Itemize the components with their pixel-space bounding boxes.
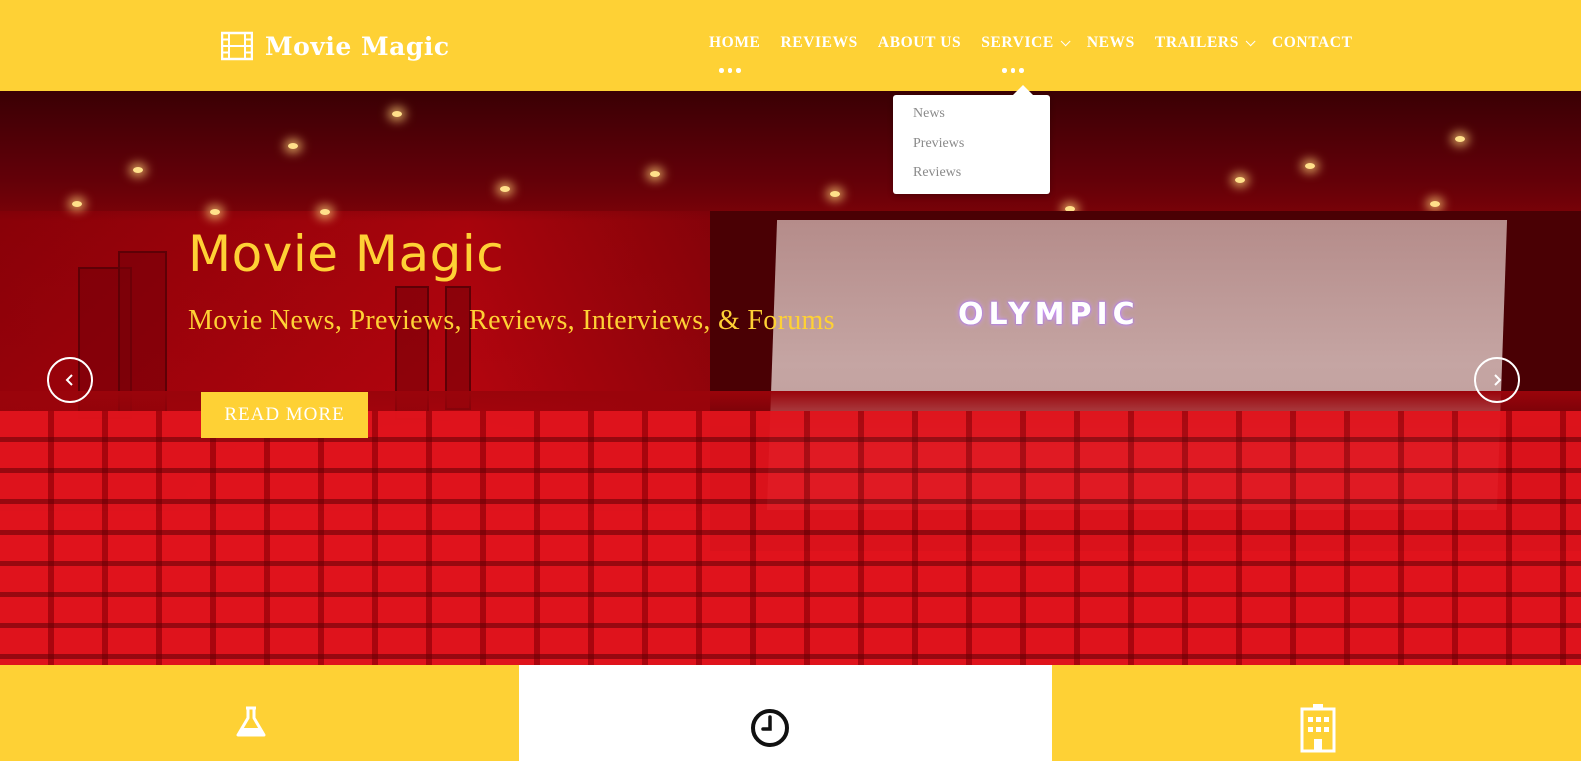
active-indicator-dots (719, 68, 741, 73)
clock-icon (751, 709, 789, 747)
nav-news[interactable]: NEWS (1087, 34, 1135, 52)
nav-about-us[interactable]: ABOUT US (878, 34, 961, 52)
chevron-left-icon (65, 374, 73, 386)
cinema-seats (0, 411, 1581, 665)
dropdown-item-news[interactable]: News (913, 106, 945, 122)
read-more-button[interactable]: READ MORE (201, 392, 368, 438)
hover-indicator-dots (1002, 68, 1024, 73)
ceiling-light (392, 111, 402, 117)
brand-name: Movie Magic (265, 31, 450, 61)
nav-about-label: ABOUT US (877, 34, 962, 51)
nav-news-label: NEWS (1086, 34, 1135, 51)
feature-box-2 (519, 665, 1052, 761)
nav-service-label: SERVICE (981, 34, 1054, 51)
ceiling-light (1305, 163, 1315, 169)
ceiling-light (1235, 177, 1245, 183)
site-header: Movie Magic HOME REVIEWS ABOUT US SERVIC… (0, 0, 1581, 91)
feature-box-1 (0, 665, 519, 761)
feature-box-3 (1052, 665, 1581, 761)
next-slide-button[interactable] (1474, 357, 1520, 403)
nav-trailers[interactable]: TRAILERS (1154, 34, 1256, 52)
nav-trailers-label: TRAILERS (1154, 34, 1239, 51)
ceiling-light (133, 167, 143, 173)
ceiling-light (500, 186, 510, 192)
film-icon (221, 31, 253, 61)
ceiling-light (320, 209, 330, 215)
dropdown-item-previews[interactable]: Previews (913, 136, 964, 152)
ceiling-light (830, 191, 840, 197)
ceiling-light (1430, 201, 1440, 207)
hero-slider: OLYMPIC Movie Magic Movie News, Previews… (0, 91, 1581, 665)
hero-title: Movie Magic (188, 225, 505, 283)
nav-service[interactable]: SERVICE (981, 34, 1071, 52)
dropdown-item-reviews[interactable]: Reviews (913, 165, 961, 181)
brand-logo[interactable]: Movie Magic (221, 30, 450, 62)
screen-logo-text: OLYMPIC (958, 297, 1140, 332)
ceiling-light (72, 201, 82, 207)
ceiling-light (1455, 136, 1465, 142)
chevron-down-icon (1060, 35, 1071, 46)
feature-strip (0, 665, 1581, 761)
nav-contact-label: CONTACT (1271, 34, 1353, 51)
chevron-right-icon (1494, 374, 1502, 386)
building-icon (1300, 704, 1336, 753)
ceiling-light (650, 171, 660, 177)
nav-reviews-label: REVIEWS (780, 34, 858, 51)
main-nav: HOME REVIEWS ABOUT US SERVICE NEWS TRAIL… (709, 34, 1373, 52)
nav-contact[interactable]: CONTACT (1272, 34, 1353, 52)
chevron-down-icon (1245, 35, 1256, 46)
prev-slide-button[interactable] (47, 357, 93, 403)
ceiling (0, 91, 1581, 221)
nav-reviews[interactable]: REVIEWS (780, 34, 857, 52)
service-dropdown-menu: News Previews Reviews (893, 85, 1050, 194)
ceiling-light (210, 209, 220, 215)
nav-home-label: HOME (709, 34, 761, 51)
flask-icon (236, 706, 266, 737)
nav-home[interactable]: HOME (709, 34, 760, 52)
ceiling-light (288, 143, 298, 149)
hero-subtitle: Movie News, Previews, Reviews, Interview… (188, 305, 835, 336)
